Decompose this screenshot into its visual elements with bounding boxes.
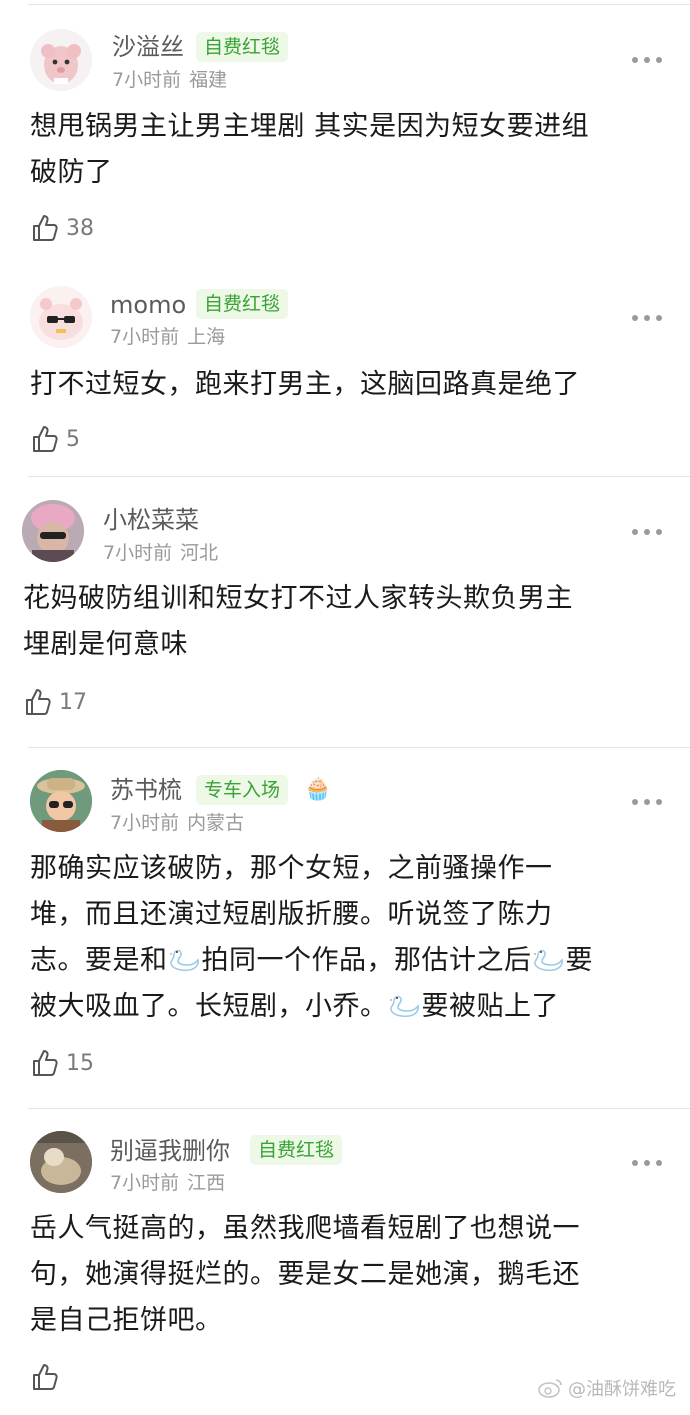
comment-divider [28, 1108, 690, 1109]
comment-text-line: 想甩锅男主让男主埋剧 其实是因为短女要进组 [30, 111, 590, 142]
comment-text-segment: 被大吸血了。长短剧，小乔。 [30, 991, 388, 1022]
thumbs-up-icon [26, 689, 51, 715]
user-badge: 自费红毯 [196, 289, 289, 319]
comment-meta: 7小时前 内蒙古 [110, 810, 244, 836]
more-options-icon[interactable] [632, 797, 662, 807]
comment-text-line: 打不过短女，跑来打男主，这脑回路真是绝了 [30, 369, 580, 400]
username[interactable]: 别逼我删你 [110, 1136, 230, 1166]
comment-location: 河北 [180, 542, 219, 564]
comment-meta: 7小时前 福建 [112, 67, 227, 93]
cartoon-explorer-avatar-icon [30, 770, 92, 832]
comment-meta: 7小时前 上海 [110, 324, 225, 350]
comment-text-line: 破防了 [30, 157, 113, 188]
comment-meta: 7小时前 江西 [110, 1170, 225, 1196]
like-count: 38 [66, 215, 94, 241]
avatar[interactable] [30, 29, 92, 91]
thumbs-up-icon [33, 426, 58, 452]
comment-time: 7小时前 [110, 326, 180, 348]
cupcake-icon: 🧁 [304, 777, 332, 802]
more-options-icon[interactable] [632, 527, 662, 537]
comment-text: 打不过短女，跑来打男主，这脑回路真是绝了 [30, 362, 660, 408]
avatar[interactable] [30, 286, 92, 348]
thumbs-up-icon [33, 1050, 58, 1076]
comment-text: 岳人气挺高的，虽然我爬墙看短剧了也想说一 句，她演得挺烂的。要是女二是她演，鹅毛… [30, 1206, 660, 1344]
comment-location: 福建 [189, 69, 228, 91]
user-badge: 专车入场 [196, 775, 289, 805]
comment-location: 内蒙古 [187, 812, 245, 834]
avatar[interactable] [30, 1131, 92, 1193]
like-button[interactable] [30, 1360, 66, 1394]
thumbs-up-icon [33, 215, 58, 241]
comment-time: 7小时前 [103, 542, 173, 564]
comment-text-line: 那确实应该破防，那个女短，之前骚操作一 [30, 853, 553, 884]
user-badge: 自费红毯 [196, 32, 289, 62]
comment-text-segment: 要 [565, 945, 593, 976]
comment-text-line: 句，她演得挺烂的。要是女二是她演，鹅毛还 [30, 1259, 580, 1290]
like-count: 5 [66, 426, 80, 452]
comment-text-line: 是自己拒饼吧。 [30, 1305, 223, 1336]
comment-time: 7小时前 [110, 1172, 180, 1194]
weibo-logo-icon [538, 1379, 562, 1398]
comment-time: 7小时前 [110, 812, 180, 834]
like-button[interactable]: 38 [30, 211, 94, 245]
username[interactable]: 小松菜菜 [103, 505, 199, 535]
comment-text: 花妈破防组训和短女打不过人家转头欺负男主 埋剧是何意味 [23, 576, 653, 668]
username[interactable]: 苏书梳 [110, 775, 182, 805]
pink-bear-avatar-icon [30, 29, 92, 91]
comment-text-segment: 志。要是和 [30, 945, 168, 976]
avatar[interactable] [30, 770, 92, 832]
comment-location: 江西 [187, 1172, 226, 1194]
comment-text: 那确实应该破防，那个女短，之前骚操作一 堆，而且还演过短剧版折腰。听说签了陈力 … [30, 846, 660, 1030]
swan-emoji-icon [532, 949, 563, 972]
comment-divider [28, 747, 690, 748]
like-button[interactable]: 5 [30, 422, 80, 456]
comment-text-line: 岳人气挺高的，虽然我爬墙看短剧了也想说一 [30, 1213, 580, 1244]
photo-avatar-icon [30, 1131, 92, 1193]
comment-meta: 7小时前 河北 [103, 540, 218, 566]
comment-text-line: 被大吸血了。长短剧，小乔。 要被贴上了 [30, 984, 660, 1030]
comment-divider [28, 476, 690, 477]
like-button[interactable]: 15 [30, 1046, 94, 1080]
sunglasses-creature-avatar-icon [30, 286, 92, 348]
comment-text: 想甩锅男主让男主埋剧 其实是因为短女要进组 破防了 [30, 104, 660, 196]
comment-text-line: 堆，而且还演过短剧版折腰。听说签了陈力 [30, 899, 553, 930]
comment-text-line: 志。要是和 拍同一个作品，那估计之后 要 [30, 938, 660, 984]
swan-emoji-icon [168, 949, 199, 972]
weibo-watermark: @油酥饼难吃 [538, 1375, 676, 1401]
user-badge: 自费红毯 [250, 1135, 343, 1165]
thumbs-up-icon [33, 1364, 58, 1390]
avatar[interactable] [22, 500, 84, 562]
more-options-icon[interactable] [632, 1158, 662, 1168]
like-count: 15 [66, 1050, 94, 1076]
more-options-icon[interactable] [632, 55, 662, 65]
comment-time: 7小时前 [112, 69, 182, 91]
like-button[interactable]: 17 [23, 685, 87, 719]
username[interactable]: momo [110, 290, 186, 320]
comment-text-line: 花妈破防组训和短女打不过人家转头欺负男主 [23, 583, 573, 614]
top-divider [28, 4, 690, 5]
watermark-text: @油酥饼难吃 [568, 1379, 676, 1400]
comment-text-line: 埋剧是何意味 [23, 629, 188, 660]
username[interactable]: 沙溢丝 [112, 32, 184, 62]
comment-location: 上海 [187, 326, 226, 348]
more-options-icon[interactable] [632, 313, 662, 323]
comment-text-segment: 拍同一个作品，那估计之后 [201, 945, 532, 976]
like-count: 17 [59, 689, 87, 715]
swan-emoji-icon [388, 995, 419, 1018]
pink-hat-person-avatar-icon [22, 500, 84, 562]
comment-text-segment: 要被贴上了 [421, 991, 559, 1022]
